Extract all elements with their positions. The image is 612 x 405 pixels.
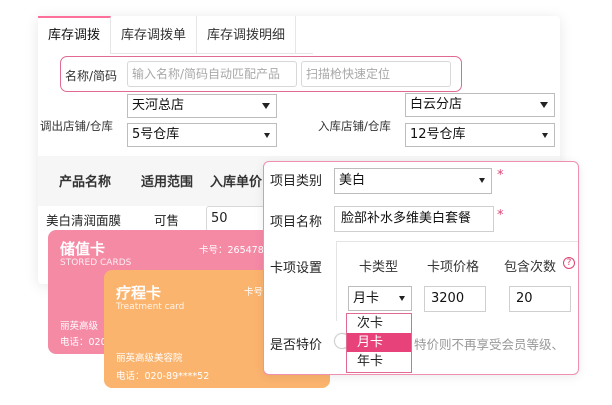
divider <box>336 241 337 321</box>
dropdown-option-count-card[interactable]: 次卡 <box>347 314 411 333</box>
special-price-label: 是否特价 <box>270 338 323 353</box>
chevron-down-icon <box>479 178 485 183</box>
row-price-input[interactable]: 50 <box>206 206 266 232</box>
service-item-dialog: 项目类别 美白 * 项目名称 脸部补水多维美白套餐 * 卡项设置 卡类型 卡项价… <box>263 161 579 375</box>
column-header-unit-price: 入库单价 <box>210 175 263 190</box>
in-warehouse-value: 12号仓库 <box>410 127 466 142</box>
item-name-input[interactable]: 脸部补水多维美白套餐 <box>334 206 494 232</box>
in-warehouse-select[interactable]: 12号仓库 <box>405 123 555 147</box>
dropdown-option-annual-card[interactable]: 年卡 <box>347 352 411 371</box>
required-mark: * <box>497 208 504 223</box>
category-label: 项目类别 <box>270 174 323 189</box>
required-mark: * <box>497 168 504 183</box>
chevron-down-icon <box>262 103 270 109</box>
column-header-scope: 适用范围 <box>141 175 194 190</box>
card-subtitle: STORED CARDS <box>60 258 132 268</box>
in-store-label: 入库店铺/仓库 <box>318 119 391 133</box>
out-warehouse-select[interactable]: 5号仓库 <box>127 123 277 147</box>
usage-count-input[interactable]: 20 <box>509 286 571 312</box>
barcode-scan-input[interactable]: 扫描枪快速定位 <box>301 61 451 87</box>
column-header-card-type: 卡类型 <box>359 260 399 275</box>
column-header-product-name: 产品名称 <box>59 175 112 190</box>
card-title: 疗程卡 <box>116 284 162 302</box>
chevron-down-icon <box>399 296 405 301</box>
help-icon[interactable]: ? <box>563 257 575 269</box>
card-type-value: 月卡 <box>353 291 380 306</box>
product-name-input[interactable]: 输入名称/简码自动匹配产品 <box>127 61 297 87</box>
tab-bar: 库存调拨 库存调拨单 库存调拨明细 <box>38 16 313 54</box>
search-label: 名称/简码 <box>65 69 118 83</box>
special-price-note: 特价则不再享受会员等级、 <box>414 337 565 352</box>
card-phone: 电话：020-89****52 <box>116 371 210 382</box>
product-search-box: 名称/简码 输入名称/简码自动匹配产品 扫描枪快速定位 <box>60 56 462 92</box>
category-value: 美白 <box>339 173 366 188</box>
row-product-name: 美白清润面膜 <box>46 213 122 228</box>
card-price-input[interactable]: 3200 <box>424 286 486 312</box>
out-store-label: 调出店铺/仓库 <box>40 119 113 133</box>
chevron-down-icon <box>264 133 270 138</box>
card-phone: 电话：020 <box>60 337 107 348</box>
card-type-select[interactable]: 月卡 <box>348 286 412 311</box>
card-shop: 丽英高级 <box>60 321 99 332</box>
row-scope: 可售 <box>154 213 180 228</box>
chevron-down-icon <box>542 133 548 138</box>
card-number: 卡号 <box>244 287 264 298</box>
divider <box>336 241 578 242</box>
out-store-select[interactable]: 天河总店 <box>127 94 277 118</box>
card-subtitle: Treatment card <box>116 302 185 312</box>
dropdown-option-monthly-card[interactable]: 月卡 <box>347 333 411 352</box>
category-select[interactable]: 美白 <box>334 168 492 194</box>
out-warehouse-value: 5号仓库 <box>132 127 180 142</box>
column-header-usage-count: 包含次数 <box>504 260 557 275</box>
tab-transfer-orders[interactable]: 库存调拨单 <box>111 16 198 54</box>
card-type-dropdown: 次卡 月卡 年卡 <box>346 313 412 373</box>
column-header-card-price: 卡项价格 <box>427 260 480 275</box>
in-store-value: 白云分店 <box>410 97 463 112</box>
card-shop: 丽英高级美容院 <box>116 353 183 364</box>
item-name-label: 项目名称 <box>270 215 323 230</box>
tab-transfer-details[interactable]: 库存调拨明细 <box>197 16 297 54</box>
card-settings-label: 卡项设置 <box>270 261 323 276</box>
card-number: 卡号：265478 <box>199 245 264 256</box>
in-store-select[interactable]: 白云分店 <box>405 93 555 117</box>
out-store-value: 天河总店 <box>132 98 185 113</box>
tab-inventory-transfer[interactable]: 库存调拨 <box>38 16 112 54</box>
chevron-down-icon <box>540 102 548 108</box>
card-title: 储值卡 <box>60 240 106 258</box>
